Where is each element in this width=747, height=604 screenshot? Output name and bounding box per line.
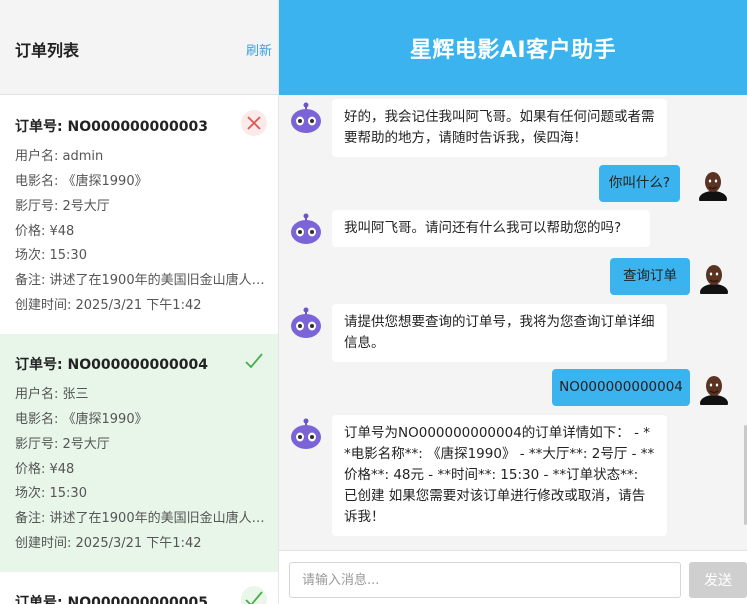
order-note: 备注: 讲述了在1900年的美国旧金山唐人…: [15, 511, 265, 526]
message-text: 你叫什么?: [599, 165, 680, 202]
cancel-icon[interactable]: [241, 110, 267, 136]
check-icon: [241, 586, 267, 604]
order-created: 创建时间: 2025/3/21 下午1:42: [15, 536, 202, 551]
order-card[interactable]: 订单号: NO000000000005: [0, 572, 278, 604]
order-created: 创建时间: 2025/3/21 下午1:42: [15, 298, 202, 313]
order-number: 订单号: NO000000000003: [15, 119, 208, 135]
message-text: NO000000000004: [552, 369, 690, 406]
order-hall: 影厅号: 2号大厅: [15, 437, 110, 452]
robot-avatar-icon: [289, 101, 323, 135]
order-card[interactable]: 订单号: NO000000000004 用户名: 张三 电影名: 《唐探1990…: [0, 334, 278, 572]
chat-title: 星辉电影AI客户助手: [409, 37, 617, 63]
message-input[interactable]: [289, 562, 681, 598]
message-input-bar: 发送: [279, 550, 747, 604]
order-hall: 影厅号: 2号大厅: [15, 199, 110, 214]
sidebar-header: 订单列表 刷新: [0, 0, 278, 95]
message-text: 查询订单: [610, 258, 690, 295]
order-movie: 电影名: 《唐探1990》: [15, 412, 148, 427]
message-text: 好的，我会记住我叫阿飞哥。如果有任何问题或者需要帮助的地方，请随时告诉我，侯四海…: [332, 99, 667, 157]
chat-header: 星辉电影AI客户助手: [279, 0, 747, 95]
check-icon: [241, 348, 267, 374]
message-text: 请提供您想要查询的订单号，我将为您查询订单详细信息。: [332, 304, 667, 362]
sidebar-title: 订单列表: [15, 41, 80, 60]
order-session: 场次: 15:30: [15, 248, 87, 263]
order-username: 用户名: admin: [15, 149, 104, 164]
robot-avatar-icon: [289, 417, 323, 451]
message-text: 我叫阿飞哥。请问还有什么我可以帮助您的吗?: [332, 210, 650, 247]
robot-avatar-icon: [289, 212, 323, 246]
order-card[interactable]: 订单号: NO000000000003 用户名: admin 电影名: 《唐探1…: [0, 96, 278, 334]
chat-messages[interactable]: 好的，我会记住我叫阿飞哥。如果有任何问题或者需要帮助的地方，请随时告诉我，侯四海…: [279, 95, 747, 550]
user-avatar-icon: [696, 167, 730, 207]
order-session: 场次: 15:30: [15, 486, 87, 501]
order-movie: 电影名: 《唐探1990》: [15, 174, 148, 189]
order-number: 订单号: NO000000000005: [15, 595, 208, 604]
user-avatar-icon: [697, 371, 731, 411]
order-username: 用户名: 张三: [15, 387, 89, 402]
order-price: 价格: ¥48: [15, 462, 75, 477]
refresh-button[interactable]: 刷新: [246, 40, 272, 59]
send-button[interactable]: 发送: [689, 562, 747, 598]
order-price: 价格: ¥48: [15, 224, 75, 239]
user-avatar-icon: [697, 260, 731, 300]
order-note: 备注: 讲述了在1900年的美国旧金山唐人…: [15, 273, 265, 288]
order-sidebar: 订单列表 刷新 订单号: NO000000000003 用户名: admin 电…: [0, 0, 279, 604]
order-number: 订单号: NO000000000004: [15, 357, 208, 373]
robot-avatar-icon: [289, 306, 323, 340]
message-text: 订单号为NO000000000004的订单详情如下： - **电影名称**: 《…: [332, 415, 667, 536]
